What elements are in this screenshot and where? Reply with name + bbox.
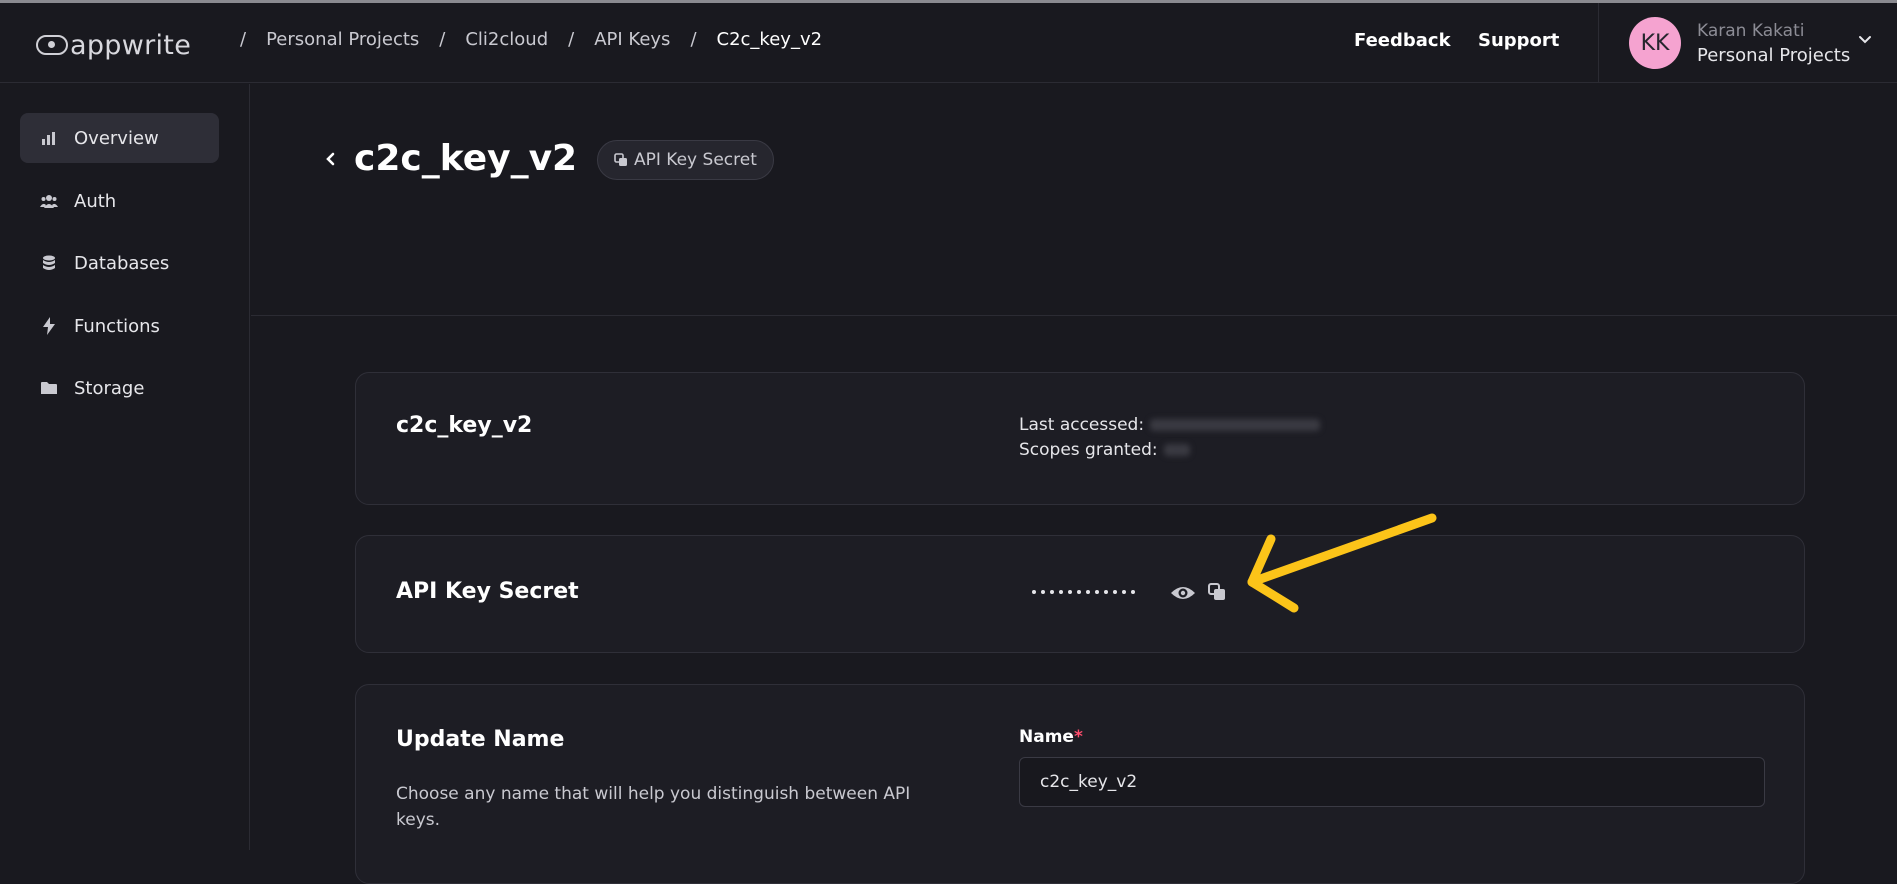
user-name[interactable]: Karan Kakati	[1697, 21, 1804, 41]
key-info-card: c2c_key_v2 Last accessed: Scopes granted…	[355, 372, 1805, 505]
scopes-granted-label: Scopes granted:	[1019, 440, 1158, 460]
api-key-secret-copy-button[interactable]: API Key Secret	[597, 140, 774, 180]
redacted-value	[1150, 419, 1321, 431]
masked-secret	[1032, 590, 1135, 594]
feedback-link[interactable]: Feedback	[1354, 30, 1451, 51]
page-title: c2c_key_v2	[354, 138, 578, 179]
sidebar-item-storage[interactable]: Storage	[20, 363, 219, 413]
key-name: c2c_key_v2	[396, 413, 533, 438]
users-icon	[40, 192, 58, 210]
breadcrumb-separator: /	[439, 29, 446, 50]
redacted-value	[1163, 444, 1190, 456]
sidebar-item-databases[interactable]: Databases	[20, 238, 219, 288]
support-link[interactable]: Support	[1478, 30, 1559, 51]
folder-icon	[40, 379, 58, 397]
copy-icon[interactable]	[1207, 582, 1227, 602]
breadcrumb-item-api-keys[interactable]: API Keys	[594, 29, 670, 50]
user-org[interactable]: Personal Projects	[1697, 45, 1850, 66]
sidebar-item-label: Functions	[74, 315, 160, 337]
sidebar-item-label: Auth	[74, 190, 117, 212]
sidebar: Overview Auth Databases Functions Storag…	[0, 84, 250, 850]
secret-card-title: API Key Secret	[396, 579, 579, 604]
sidebar-item-label: Storage	[74, 377, 145, 399]
back-chevron-icon[interactable]	[321, 147, 339, 171]
breadcrumb-separator: /	[690, 29, 697, 50]
breadcrumb: / Personal Projects / Cli2cloud / API Ke…	[220, 29, 822, 50]
scopes-granted: Scopes granted:	[1019, 440, 1190, 460]
name-field-label: Name*	[1019, 727, 1083, 747]
update-name-card: Update Name Choose any name that will he…	[355, 684, 1805, 884]
breadcrumb-separator: /	[240, 29, 247, 50]
name-input[interactable]	[1019, 757, 1765, 807]
breadcrumb-item-org[interactable]: Personal Projects	[266, 29, 419, 50]
api-key-secret-card: API Key Secret	[355, 535, 1805, 653]
last-accessed: Last accessed:	[1019, 415, 1321, 435]
breadcrumb-item-current: C2c_key_v2	[716, 29, 823, 50]
top-header: appwrite / Personal Projects / Cli2cloud…	[0, 3, 1897, 83]
page-header-area	[251, 84, 1897, 316]
last-accessed-label: Last accessed:	[1019, 415, 1145, 435]
header-divider	[1598, 3, 1599, 83]
avatar[interactable]: KK	[1629, 17, 1681, 69]
chart-icon	[40, 129, 58, 147]
name-label-text: Name	[1019, 727, 1074, 747]
annotation-arrow	[1247, 513, 1437, 613]
appwrite-logo[interactable]: appwrite	[36, 25, 191, 65]
logo-icon	[36, 35, 68, 55]
chevron-down-icon[interactable]	[1858, 33, 1872, 47]
sidebar-item-functions[interactable]: Functions	[20, 301, 219, 351]
required-mark: *	[1073, 727, 1083, 747]
eye-icon[interactable]	[1170, 583, 1196, 603]
update-name-title: Update Name	[396, 727, 565, 752]
logo-text: appwrite	[70, 29, 192, 61]
database-icon	[40, 254, 58, 272]
sidebar-item-label: Overview	[74, 127, 159, 149]
sidebar-item-overview[interactable]: Overview	[20, 113, 219, 163]
breadcrumb-item-project[interactable]: Cli2cloud	[465, 29, 548, 50]
breadcrumb-separator: /	[568, 29, 575, 50]
sidebar-item-auth[interactable]: Auth	[20, 176, 219, 226]
copy-icon	[614, 153, 627, 166]
secret-pill-label: API Key Secret	[634, 150, 757, 170]
update-name-description: Choose any name that will help you disti…	[396, 784, 911, 830]
lightning-icon	[40, 317, 58, 335]
sidebar-item-label: Databases	[74, 252, 170, 274]
